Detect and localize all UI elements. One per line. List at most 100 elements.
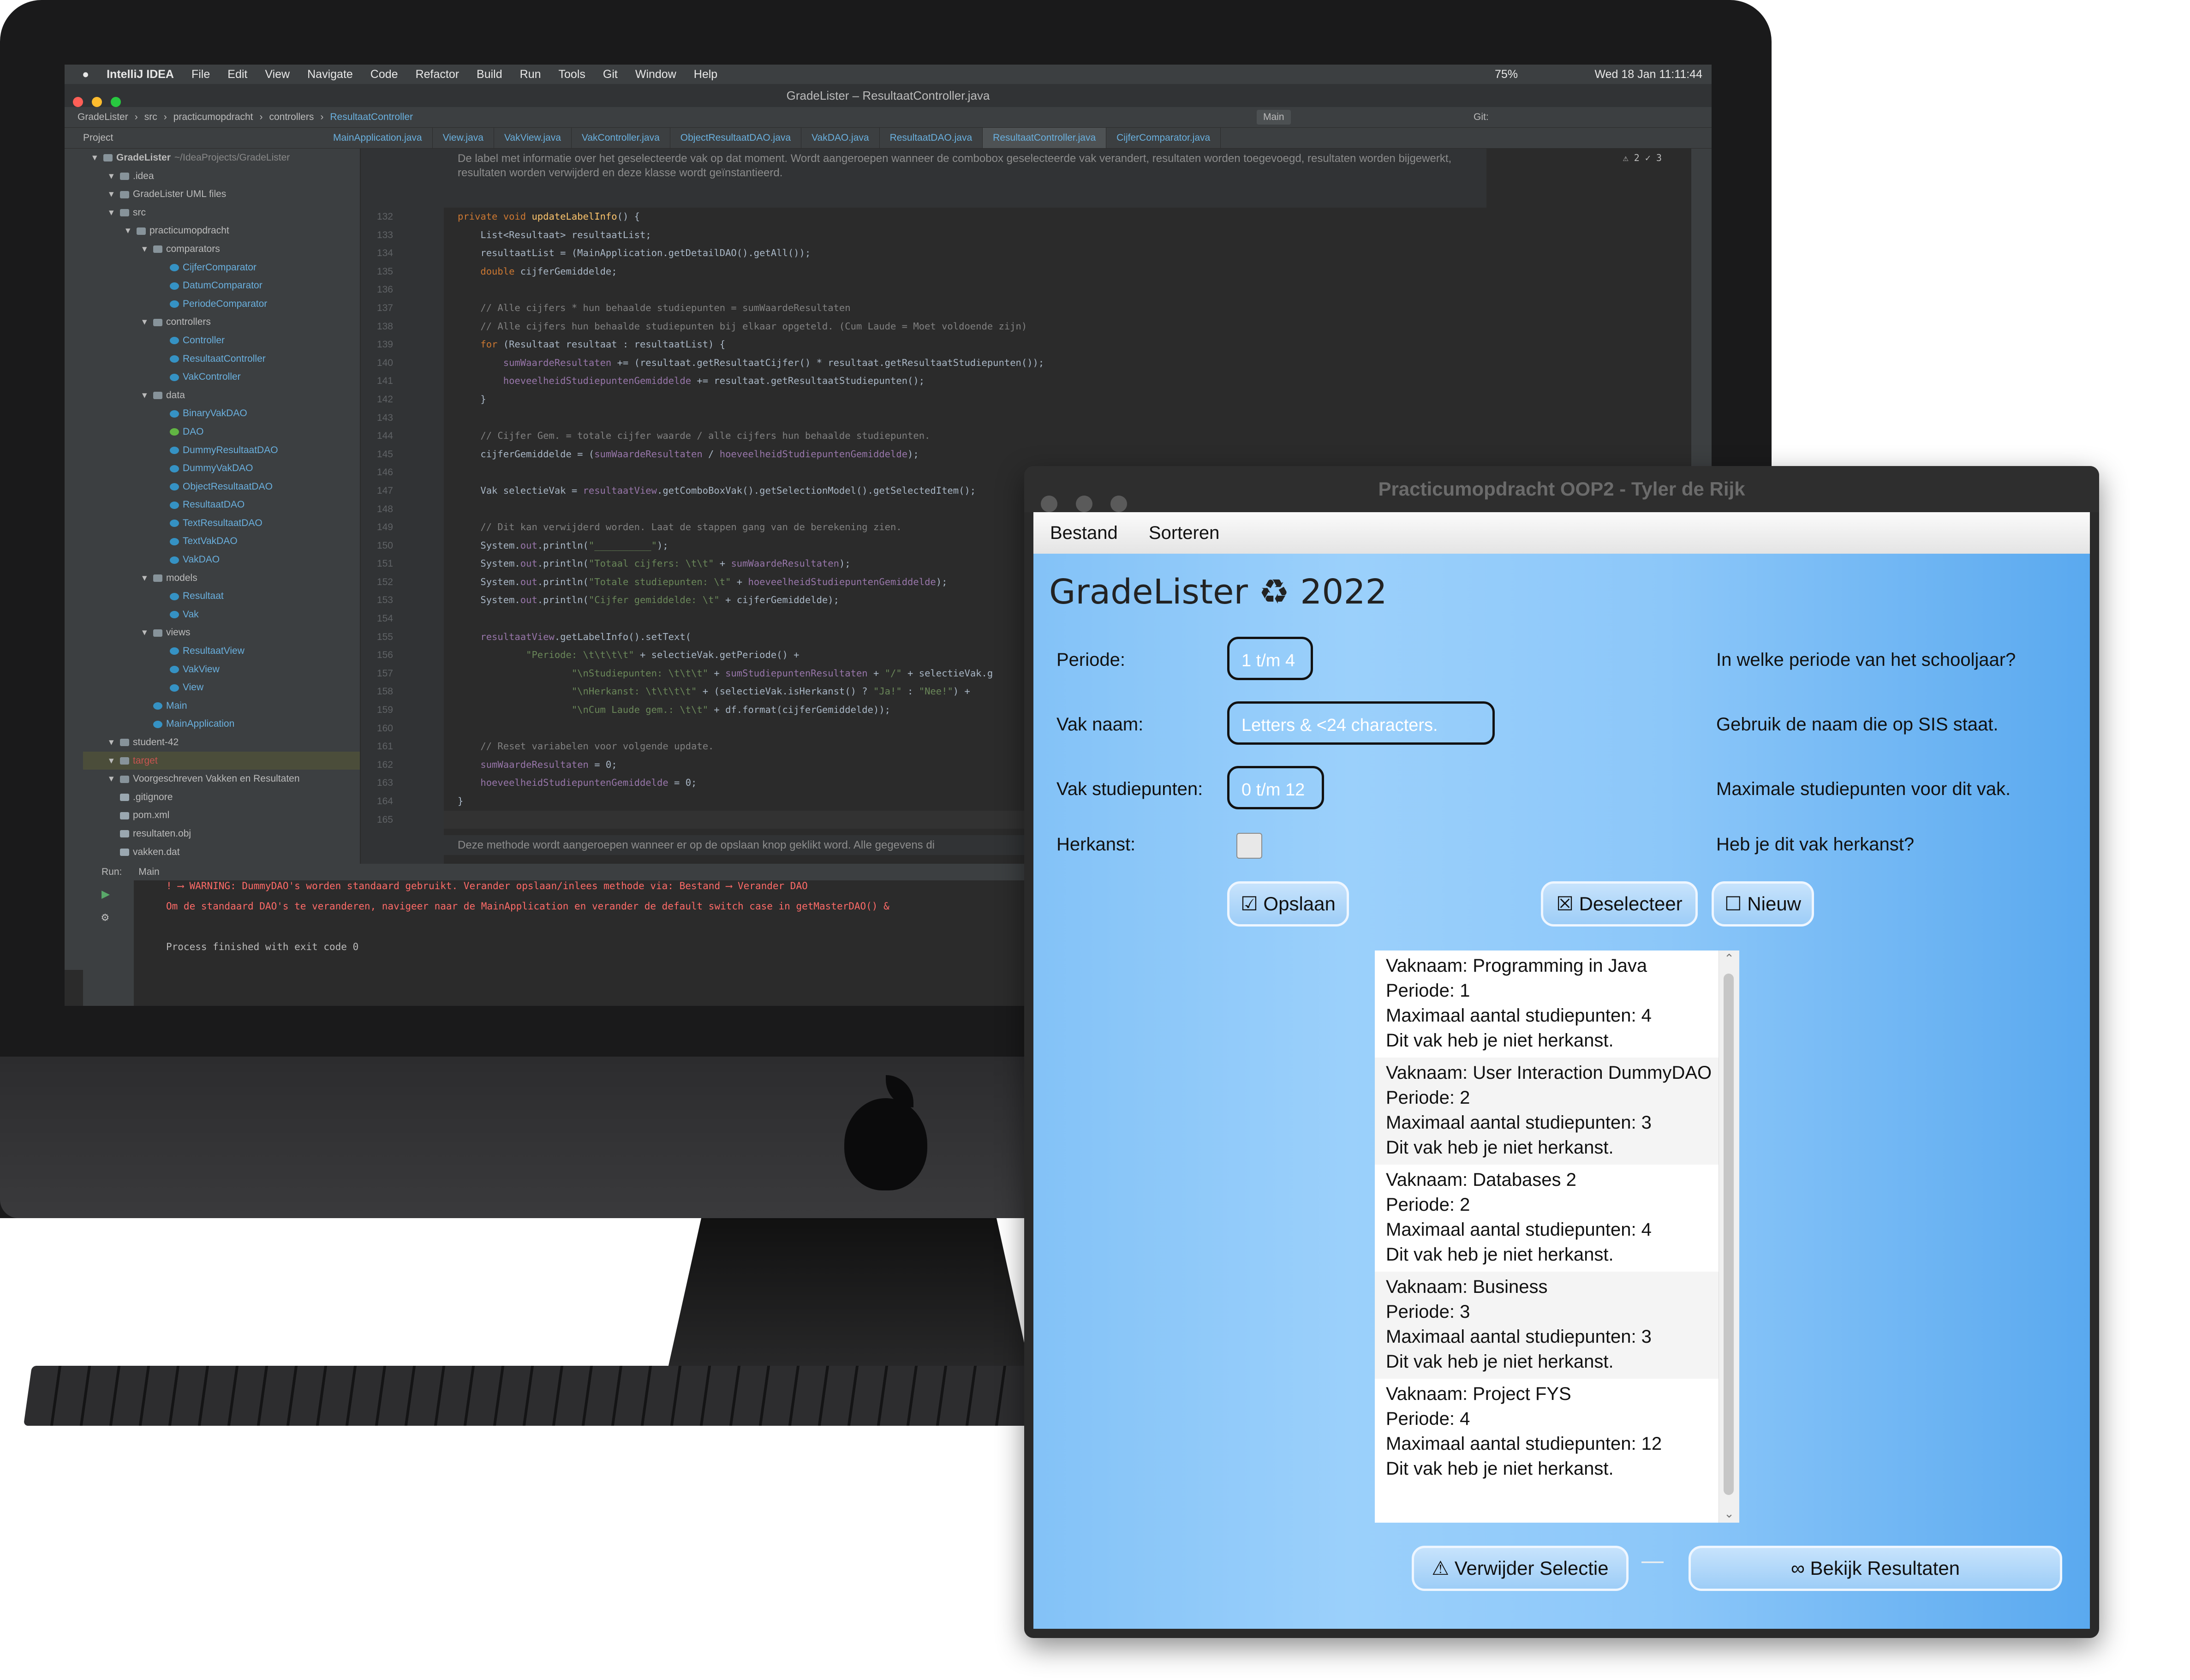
menu-git[interactable]: Git: [603, 68, 618, 81]
chevron-down-icon[interactable]: ▾: [142, 569, 153, 587]
chevron-down-icon[interactable]: ▾: [92, 149, 103, 167]
scroll-down-icon[interactable]: ⌄: [1719, 1507, 1739, 1521]
periode-input[interactable]: 1 t/m 4: [1227, 637, 1313, 680]
list-scrollbar[interactable]: ⌃ ⌄: [1719, 951, 1739, 1523]
tree-item[interactable]: ▾ .idea: [83, 167, 360, 185]
app-close-button[interactable]: [1041, 496, 1057, 512]
chevron-down-icon[interactable]: ▾: [142, 623, 153, 642]
menu-sorteren[interactable]: Sorteren: [1149, 523, 1219, 543]
tree-item[interactable]: ▾ comparators: [83, 240, 360, 258]
menu-run[interactable]: Run: [520, 68, 541, 81]
tree-item[interactable]: Controller: [83, 331, 360, 350]
chevron-down-icon[interactable]: ▾: [109, 167, 120, 185]
editor-tab[interactable]: ObjectResultaatDAO.java: [670, 128, 802, 148]
tree-item[interactable]: CijferComparator: [83, 258, 360, 277]
tree-item[interactable]: ▾ practicumopdracht: [83, 221, 360, 240]
tree-item[interactable]: ObjectResultaatDAO: [83, 478, 360, 496]
breadcrumb-item[interactable]: GradeLister: [78, 112, 128, 122]
chevron-down-icon[interactable]: ▾: [125, 221, 137, 240]
rerun-icon[interactable]: ▶: [101, 886, 134, 902]
breadcrumb-item[interactable]: practicumopdracht: [173, 112, 253, 122]
tree-item[interactable]: ResultaatController: [83, 350, 360, 368]
scroll-thumb[interactable]: [1724, 974, 1734, 1495]
tree-item[interactable]: ▾ GradeLister UML files: [83, 185, 360, 203]
menu-refactor[interactable]: Refactor: [416, 68, 459, 81]
scroll-up-icon[interactable]: ⌃: [1719, 951, 1739, 966]
tree-item[interactable]: ▾ models: [83, 569, 360, 587]
tree-item[interactable]: resultaten.obj: [83, 825, 360, 843]
list-item[interactable]: Vaknaam: User Interaction DummyDAO Period…: [1375, 1058, 1739, 1165]
list-item[interactable]: Vaknaam: Project FYS Periode: 4 Maximaal a…: [1375, 1379, 1739, 1486]
breadcrumb-item[interactable]: controllers: [269, 112, 314, 122]
tree-item[interactable]: pom.xml: [83, 806, 360, 825]
menu-window[interactable]: Window: [635, 68, 676, 81]
tree-item[interactable]: .gitignore: [83, 788, 360, 807]
chevron-down-icon[interactable]: ▾: [142, 240, 153, 258]
tree-item[interactable]: ▾ views: [83, 623, 360, 642]
inspection-indicator[interactable]: ⚠ 2 ✓ 3: [1623, 152, 1662, 163]
editor-tab[interactable]: MainApplication.java: [323, 128, 433, 148]
verwijder-selectie-button[interactable]: ⚠ Verwijder Selectie: [1412, 1546, 1629, 1591]
tree-item[interactable]: DummyVakDAO: [83, 459, 360, 478]
app-minimize-button[interactable]: [1075, 496, 1092, 512]
bekijk-resultaten-button[interactable]: ∞ Bekijk Resultaten: [1689, 1546, 2062, 1591]
vakken-list[interactable]: Vaknaam: Programming in Java Periode: 1 Ma…: [1375, 951, 1739, 1523]
tree-item[interactable]: Main: [83, 697, 360, 715]
list-item[interactable]: Vaknaam: Business Periode: 3 Maximaal aant…: [1375, 1272, 1739, 1379]
tree-item[interactable]: ▾ Voorgeschreven Vakken en Resultaten: [83, 770, 360, 788]
menu-code[interactable]: Code: [370, 68, 398, 81]
editor-tab[interactable]: VakController.java: [572, 128, 670, 148]
chevron-down-icon[interactable]: ▾: [142, 313, 153, 331]
tree-item[interactable]: VakDAO: [83, 550, 360, 569]
list-item[interactable]: Vaknaam: Programming in Java Periode: 1 Ma…: [1375, 951, 1739, 1058]
tree-item[interactable]: Vak: [83, 605, 360, 624]
minimize-window-button[interactable]: [92, 97, 102, 107]
herkanst-checkbox[interactable]: [1236, 833, 1262, 859]
vaknaam-input[interactable]: Letters & <24 characters.: [1227, 701, 1495, 745]
tree-item[interactable]: Resultaat: [83, 587, 360, 605]
tree-item[interactable]: BinaryVakDAO: [83, 404, 360, 423]
tree-item[interactable]: ▾ src: [83, 203, 360, 222]
menu-edit[interactable]: Edit: [227, 68, 247, 81]
tree-item[interactable]: DatumComparator: [83, 276, 360, 295]
tree-item[interactable]: MainApplication: [83, 715, 360, 733]
chevron-down-icon[interactable]: ▾: [142, 386, 153, 405]
menu-navigate[interactable]: Navigate: [307, 68, 353, 81]
tree-item[interactable]: VakController: [83, 368, 360, 386]
chevron-down-icon[interactable]: ▾: [109, 733, 120, 752]
editor-tab[interactable]: VakView.java: [494, 128, 572, 148]
menu-tools[interactable]: Tools: [559, 68, 585, 81]
chevron-down-icon[interactable]: ▾: [109, 185, 120, 203]
battery-indicator[interactable]: 75%: [1495, 68, 1518, 81]
menu-view[interactable]: View: [265, 68, 290, 81]
breadcrumb-item[interactable]: ResultaatController: [330, 112, 413, 122]
tree-item[interactable]: TextResultaatDAO: [83, 514, 360, 532]
nieuw-button[interactable]: ☐ Nieuw: [1712, 881, 1814, 927]
tree-item[interactable]: View: [83, 678, 360, 697]
tree-item[interactable]: ResultaatView: [83, 642, 360, 660]
tree-item[interactable]: ▾ target: [83, 751, 360, 770]
menu-app-name[interactable]: IntelliJ IDEA: [107, 68, 174, 81]
deselecteer-button[interactable]: ☒ Deselecteer: [1541, 881, 1698, 927]
run-config-select[interactable]: Main: [1257, 110, 1291, 125]
editor-tab[interactable]: ResultaatDAO.java: [880, 128, 983, 148]
settings-icon[interactable]: ⚙: [101, 910, 134, 924]
menu-bestand[interactable]: Bestand: [1050, 523, 1118, 543]
close-window-button[interactable]: [73, 97, 83, 107]
app-zoom-button[interactable]: [1110, 496, 1128, 512]
editor-tab[interactable]: CijferComparator.java: [1106, 128, 1221, 148]
editor-tab[interactable]: ResultaatController.java: [983, 128, 1107, 148]
run-tab-main[interactable]: Main: [138, 867, 160, 877]
breadcrumb-item[interactable]: src: [144, 112, 157, 122]
chevron-down-icon[interactable]: ▾: [109, 752, 120, 770]
tree-item[interactable]: ▾ GradeLister ~/IdeaProjects/GradeLister: [83, 149, 360, 167]
editor-tab[interactable]: VakDAO.java: [801, 128, 880, 148]
project-tool-label[interactable]: Project: [65, 128, 323, 148]
tree-item[interactable]: ▾ student-42: [83, 733, 360, 752]
tree-item[interactable]: VakView: [83, 660, 360, 679]
tree-item[interactable]: ▾ data: [83, 386, 360, 405]
menu-file[interactable]: File: [191, 68, 210, 81]
list-item[interactable]: Vaknaam: Databases 2 Periode: 2 Maximaal a…: [1375, 1165, 1739, 1272]
tree-item[interactable]: DAO: [83, 423, 360, 441]
tree-item[interactable]: vakken.dat: [83, 843, 360, 861]
